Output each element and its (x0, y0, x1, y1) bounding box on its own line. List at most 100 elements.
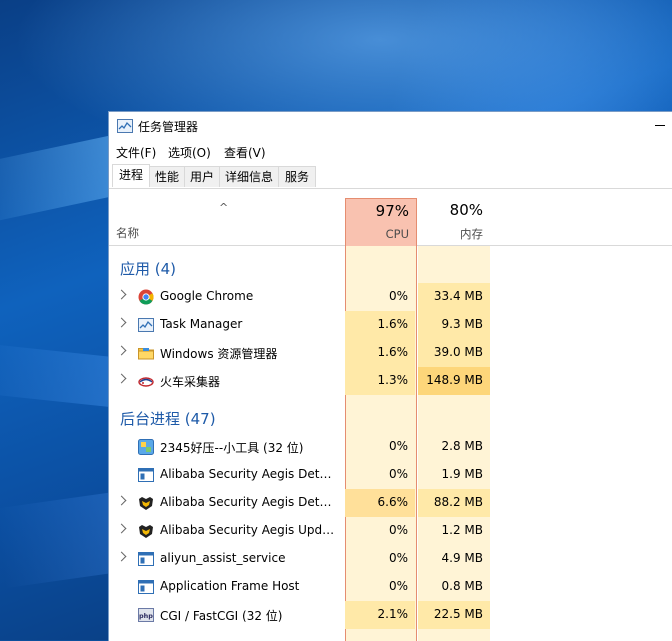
cpu-cell: 0% (345, 545, 415, 573)
aegis-icon (139, 497, 153, 510)
process-row[interactable]: aliyun_assist_service 0% 4.9 MB (109, 545, 672, 573)
sort-caret-icon[interactable]: ^ (219, 201, 228, 214)
memory-value: 1.2 MB (441, 523, 483, 537)
process-name: Alibaba Security Aegis Detect (160, 467, 338, 481)
memory-cell: 1.9 MB (418, 461, 490, 489)
folder-icon (138, 348, 154, 360)
memory-value: 1.9 MB (441, 467, 483, 481)
memory-cell: 2.8 MB (418, 433, 490, 461)
process-name: Google Chrome (160, 289, 254, 303)
cpu-cell: 1.3% (345, 367, 415, 395)
memory-value: 39.0 MB (433, 345, 483, 359)
memory-value: 4.9 MB (441, 551, 483, 565)
process-name: 2345好压--小工具 (32 位) (160, 441, 304, 455)
column-cpu[interactable]: 97% CPU (345, 198, 417, 246)
cpu-cell: 0% (345, 283, 415, 311)
memory-column-label: 内存 (460, 227, 483, 241)
expand-chevron-icon[interactable] (116, 551, 127, 562)
cpu-value: 0% (388, 579, 408, 593)
tab-users[interactable]: 用户 (184, 166, 220, 187)
task-manager-icon (117, 119, 133, 133)
process-name: CGI / FastCGI (32 位) (160, 609, 283, 623)
cpu-cell: 2.1% (345, 601, 415, 629)
cpu-total-percent: 97% (375, 202, 409, 220)
memory-value: 88.2 MB (433, 495, 483, 509)
cpu-value: 1.6% (377, 317, 409, 331)
process-name: Windows 资源管理器 (160, 347, 278, 361)
process-name: Alibaba Security Aegis Update (160, 523, 338, 537)
php-icon: php (138, 608, 154, 622)
cpu-cell: 1.6% (345, 311, 415, 339)
task-manager-icon (138, 318, 154, 332)
cpu-cell: 6.6% (345, 489, 415, 517)
cpu-value: 0% (388, 551, 408, 565)
group-background-header[interactable]: 后台进程 (47) (120, 408, 216, 429)
memory-value: 33.4 MB (433, 289, 483, 303)
aegis-icon (139, 525, 153, 538)
haozip-icon (138, 439, 154, 455)
tab-performance[interactable]: 性能 (149, 166, 185, 187)
process-name: Alibaba Security Aegis Detect (160, 495, 338, 509)
cpu-cell: 0% (345, 433, 415, 461)
memory-cell: 88.2 MB (418, 489, 490, 517)
app-window-icon (138, 580, 154, 594)
process-name: 火车采集器 (160, 375, 221, 389)
tab-processes[interactable]: 进程 (112, 164, 150, 187)
process-row[interactable]: Task Manager 1.6% 9.3 MB (109, 311, 672, 339)
expand-chevron-icon[interactable] (116, 345, 127, 356)
memory-cell: 1.2 MB (418, 517, 490, 545)
expand-chevron-icon[interactable] (116, 523, 127, 534)
column-memory[interactable]: 80% 内存 (418, 198, 490, 245)
process-name: Task Manager (160, 317, 243, 331)
cpu-cell: 0% (345, 461, 415, 489)
memory-value: 9.3 MB (441, 317, 483, 331)
cpu-cell: 0% (345, 573, 415, 601)
process-row[interactable]: Google Chrome 0% 33.4 MB (109, 283, 672, 311)
process-row[interactable]: Alibaba Security Aegis Update 0% 1.2 MB (109, 517, 672, 545)
cpu-value: 0% (388, 439, 408, 453)
process-row[interactable]: Windows 资源管理器 1.6% 39.0 MB (109, 339, 672, 367)
memory-value: 0.8 MB (441, 579, 483, 593)
memory-cell: 0.8 MB (418, 573, 490, 601)
app-window-icon (138, 468, 154, 482)
process-row[interactable]: Alibaba Security Aegis Detect 6.6% 88.2 … (109, 489, 672, 517)
memory-total-percent: 80% (449, 201, 483, 219)
expand-chevron-icon[interactable] (116, 495, 127, 506)
process-row[interactable]: 火车采集器 1.3% 148.9 MB (109, 367, 672, 395)
process-row[interactable]: Alibaba Security Aegis Detect 0% 1.9 MB (109, 461, 672, 489)
menu-view[interactable]: 查看(V) (224, 144, 266, 161)
memory-cell: 9.3 MB (418, 311, 490, 339)
cpu-value: 1.3% (377, 373, 409, 387)
window-title: 任务管理器 (138, 120, 199, 134)
tab-strip: 进程 性能 用户 详细信息 服务 (109, 164, 672, 189)
memory-value: 2.8 MB (441, 439, 483, 453)
expand-chevron-icon[interactable] (116, 317, 127, 328)
expand-chevron-icon[interactable] (116, 373, 127, 384)
process-name: Application Frame Host (160, 579, 300, 593)
minimize-button[interactable] (655, 125, 665, 126)
title-bar[interactable]: 任务管理器 (109, 112, 672, 140)
process-row[interactable]: php CGI / FastCGI (32 位) 2.1% 22.5 MB (109, 601, 672, 629)
memory-cell: 33.4 MB (418, 283, 490, 311)
tab-services[interactable]: 服务 (278, 166, 316, 187)
memory-cell: 4.9 MB (418, 545, 490, 573)
memory-value: 148.9 MB (426, 373, 483, 387)
memory-cell: 148.9 MB (418, 367, 490, 395)
memory-cell: 39.0 MB (418, 339, 490, 367)
wallpaper-light-beam (0, 342, 123, 408)
process-row[interactable]: Application Frame Host 0% 0.8 MB (109, 573, 672, 601)
column-header: ^ 名称 97% CPU 80% 内存 (109, 198, 672, 246)
menu-options[interactable]: 选项(O) (168, 144, 211, 161)
process-name: aliyun_assist_service (160, 551, 286, 565)
process-row[interactable]: 2345好压--小工具 (32 位) 0% 2.8 MB (109, 433, 672, 461)
cpu-cell: 0% (345, 517, 415, 545)
tab-details[interactable]: 详细信息 (219, 166, 279, 187)
cpu-cell: 1.6% (345, 339, 415, 367)
column-name[interactable]: 名称 (116, 225, 139, 241)
menu-file[interactable]: 文件(F) (116, 144, 156, 161)
app-window-icon (138, 552, 154, 566)
svg-text:php: php (139, 612, 153, 620)
group-apps-header[interactable]: 应用 (4) (120, 258, 176, 279)
expand-chevron-icon[interactable] (116, 289, 127, 300)
cpu-value: 0% (388, 289, 408, 303)
